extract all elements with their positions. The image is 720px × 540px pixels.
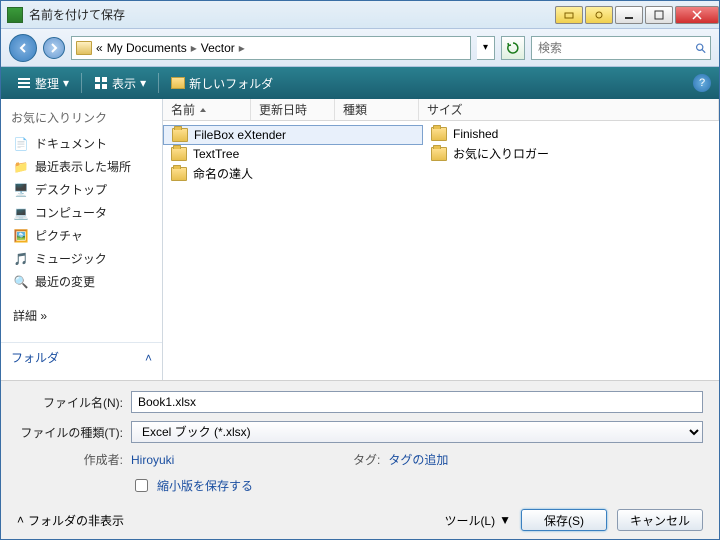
toolbar: 整理 ▾ 表示 ▾ 新しいフォルダ ? xyxy=(1,67,719,99)
excel-app-icon xyxy=(7,7,23,23)
thumbnail-label[interactable]: 縮小版を保存する xyxy=(157,477,253,494)
metadata-row: 作成者: Hiroyuki タグ: タグの追加 xyxy=(17,451,703,468)
save-as-dialog: 名前を付けて保存 « My Documents ▸ Vector ▸ ▾ xyxy=(0,0,720,540)
sidebar: お気に入りリンク 📄ドキュメント 📁最近表示した場所 🖥️デスクトップ 💻コンピ… xyxy=(1,99,163,380)
column-name[interactable]: 名前 xyxy=(163,99,251,120)
folder-icon xyxy=(431,127,447,141)
search-icon: 🔍 xyxy=(13,274,29,290)
button-row: ˄ フォルダの非表示 ツール(L) ▼ 保存(S) キャンセル xyxy=(17,503,703,531)
cancel-button[interactable]: キャンセル xyxy=(617,509,703,531)
column-size[interactable]: サイズ xyxy=(419,99,719,120)
tools-dropdown[interactable]: ツール(L) ▼ xyxy=(444,512,511,529)
sidebar-folders-toggle[interactable]: フォルダ ˄ xyxy=(1,342,162,372)
chevron-down-icon: ▾ xyxy=(140,76,146,90)
chevron-down-icon: ▾ xyxy=(63,76,69,90)
column-type[interactable]: 種類 xyxy=(335,99,419,120)
new-folder-button[interactable]: 新しいフォルダ xyxy=(163,73,281,94)
folder-icon xyxy=(171,147,187,161)
sidebar-item-music[interactable]: 🎵ミュージック xyxy=(1,247,162,270)
tag-value[interactable]: タグの追加 xyxy=(388,451,448,468)
search-box[interactable] xyxy=(531,36,711,60)
minimize-button[interactable] xyxy=(615,6,643,24)
view-button[interactable]: 表示 ▾ xyxy=(86,73,154,94)
file-list: FileBox eXtender TextTree 命名の達人 Finished… xyxy=(163,121,719,380)
organize-icon xyxy=(17,76,31,90)
sidebar-item-computer[interactable]: 💻コンピュータ xyxy=(1,201,162,224)
hide-folders-toggle[interactable]: ˄ フォルダの非表示 xyxy=(17,512,124,529)
refresh-button[interactable] xyxy=(501,36,525,60)
file-item[interactable]: Finished xyxy=(423,125,683,143)
forward-button[interactable] xyxy=(43,37,65,59)
pictures-icon: 🖼️ xyxy=(13,228,29,244)
sidebar-item-documents[interactable]: 📄ドキュメント xyxy=(1,132,162,155)
column-headers: 名前 更新日時 種類 サイズ xyxy=(163,99,719,121)
breadcrumb-part[interactable]: My Documents xyxy=(107,41,187,55)
folder-icon xyxy=(171,77,185,89)
folder-icon xyxy=(431,147,447,161)
breadcrumb-part[interactable]: Vector xyxy=(201,41,235,55)
filename-row: ファイル名(N): xyxy=(17,391,703,413)
help-button[interactable]: ? xyxy=(693,74,711,92)
file-item[interactable]: 命名の達人 xyxy=(163,163,423,184)
filename-label: ファイル名(N): xyxy=(17,394,123,411)
titlebar-ext-button-1[interactable] xyxy=(555,6,583,24)
organize-button[interactable]: 整理 ▾ xyxy=(9,73,77,94)
thumbnail-checkbox[interactable] xyxy=(135,479,148,492)
tag-label: タグ: xyxy=(350,451,380,468)
file-area: 名前 更新日時 種類 サイズ FileBox eXtender TextTree… xyxy=(163,99,719,380)
sidebar-item-recent-changes[interactable]: 🔍最近の変更 xyxy=(1,270,162,293)
file-item[interactable]: FileBox eXtender xyxy=(163,125,423,145)
desktop-icon: 🖥️ xyxy=(13,182,29,198)
folder-icon xyxy=(172,128,188,142)
nav-row: « My Documents ▸ Vector ▸ ▾ xyxy=(1,29,719,67)
file-item[interactable]: TextTree xyxy=(163,145,423,163)
filename-input[interactable] xyxy=(131,391,703,413)
titlebar-controls xyxy=(553,6,719,24)
chevron-up-icon: ˄ xyxy=(145,351,152,365)
search-input[interactable] xyxy=(536,40,695,56)
sidebar-item-recent[interactable]: 📁最近表示した場所 xyxy=(1,155,162,178)
thumbnail-row: 縮小版を保存する xyxy=(17,476,703,495)
music-icon: 🎵 xyxy=(13,251,29,267)
titlebar-ext-button-2[interactable] xyxy=(585,6,613,24)
sidebar-item-desktop[interactable]: 🖥️デスクトップ xyxy=(1,178,162,201)
document-icon: 📄 xyxy=(13,136,29,152)
window-title: 名前を付けて保存 xyxy=(29,6,553,23)
breadcrumb-dropdown[interactable]: ▾ xyxy=(477,36,495,60)
sidebar-heading: お気に入りリンク xyxy=(1,107,162,132)
folder-icon xyxy=(76,41,92,55)
chevron-right-icon: ▸ xyxy=(191,41,197,55)
column-date[interactable]: 更新日時 xyxy=(251,99,335,120)
filetype-row: ファイルの種類(T): Excel ブック (*.xlsx) xyxy=(17,421,703,443)
sort-asc-icon xyxy=(199,106,207,114)
chevron-down-icon: ▼ xyxy=(499,513,511,527)
author-label: 作成者: xyxy=(63,451,123,468)
maximize-button[interactable] xyxy=(645,6,673,24)
close-button[interactable] xyxy=(675,6,719,24)
view-icon xyxy=(94,76,108,90)
breadcrumb-prefix: « xyxy=(96,41,103,55)
breadcrumb[interactable]: « My Documents ▸ Vector ▸ xyxy=(71,36,471,60)
recent-icon: 📁 xyxy=(13,159,29,175)
save-button[interactable]: 保存(S) xyxy=(521,509,607,531)
author-value[interactable]: Hiroyuki xyxy=(131,453,174,467)
search-icon xyxy=(695,41,706,55)
sidebar-item-pictures[interactable]: 🖼️ピクチャ xyxy=(1,224,162,247)
filetype-select[interactable]: Excel ブック (*.xlsx) xyxy=(131,421,703,443)
sidebar-details[interactable]: 詳細 » xyxy=(1,303,162,328)
computer-icon: 💻 xyxy=(13,205,29,221)
bottom-panel: ファイル名(N): ファイルの種類(T): Excel ブック (*.xlsx)… xyxy=(1,380,719,539)
chevron-up-icon: ˄ xyxy=(17,513,24,527)
titlebar: 名前を付けて保存 xyxy=(1,1,719,29)
back-button[interactable] xyxy=(9,34,37,62)
folder-icon xyxy=(171,167,187,181)
chevron-right-icon: ▸ xyxy=(239,41,245,55)
dialog-body: お気に入りリンク 📄ドキュメント 📁最近表示した場所 🖥️デスクトップ 💻コンピ… xyxy=(1,99,719,380)
file-item[interactable]: お気に入りロガー xyxy=(423,143,683,164)
filetype-label: ファイルの種類(T): xyxy=(17,424,123,441)
